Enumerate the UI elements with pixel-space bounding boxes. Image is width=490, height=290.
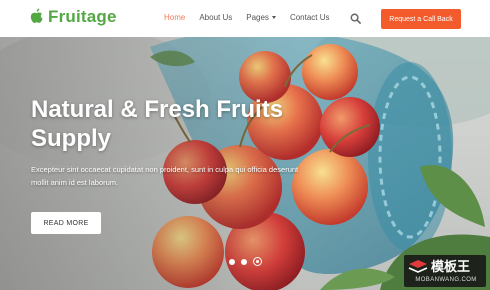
site-header: Fruitage Home About Us Pages Contact Us …: [0, 0, 490, 37]
hero-description-line-1: Excepteur sint occaecat cupidatat non pr…: [31, 165, 299, 174]
apple-icon: [30, 8, 43, 23]
hero-title-line-1: Natural & Fresh Fruits: [31, 96, 284, 123]
nav-pages[interactable]: Pages: [246, 13, 276, 22]
slider-dot-3-active[interactable]: [253, 257, 262, 266]
hero-title: Natural & Fresh Fruits Supply: [31, 95, 331, 153]
slider-dot-2[interactable]: [241, 258, 247, 265]
watermark: 模板王 MOBANWANG.COM: [404, 255, 486, 287]
request-call-back-button[interactable]: Request a Call Back: [381, 9, 461, 29]
hero-description: Excepteur sint occaecat cupidatat non pr…: [31, 163, 351, 189]
hero-title-line-2: Supply: [31, 125, 112, 152]
caret-down-icon: [271, 16, 276, 19]
watermark-en-text: MOBANWANG.COM: [415, 277, 477, 283]
nav-contact-us[interactable]: Contact Us: [290, 13, 330, 22]
slider-pagination: [229, 257, 268, 266]
brand-name: Fruitage: [48, 7, 117, 26]
watermark-cn-text: 模板王: [431, 259, 470, 274]
main-nav: Home About Us Pages Contact Us: [164, 13, 344, 22]
hero-slider: Natural & Fresh Fruits Supply Excepteur …: [0, 37, 490, 290]
watermark-logo-icon: [408, 260, 428, 273]
slider-dot-1[interactable]: [229, 258, 235, 265]
hero-description-line-2: mollit anim id est laborum.: [31, 178, 119, 187]
svg-text:模板王: 模板王: [431, 259, 470, 274]
nav-home[interactable]: Home: [164, 13, 185, 22]
search-icon[interactable]: [350, 13, 361, 24]
nav-about-us[interactable]: About Us: [199, 13, 232, 22]
logo[interactable]: Fruitage: [30, 7, 117, 27]
read-more-button[interactable]: READ MORE: [31, 212, 101, 234]
nav-pages-label: Pages: [246, 13, 269, 22]
